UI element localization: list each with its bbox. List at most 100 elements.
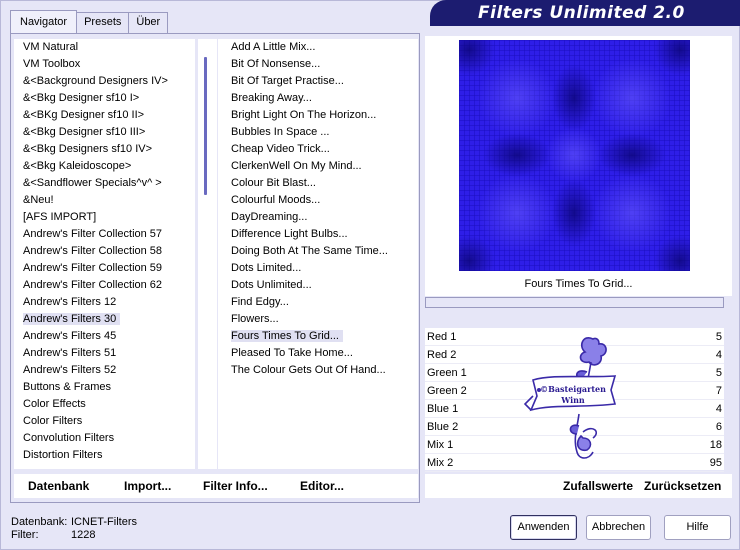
filter-item[interactable]: Bright Light On The Horizon... bbox=[218, 107, 418, 124]
category-item[interactable]: Andrew's Filters 52 bbox=[14, 362, 195, 379]
help-button[interactable]: Hilfe bbox=[664, 515, 731, 540]
parameter-value[interactable]: 7 bbox=[716, 382, 722, 399]
category-item[interactable]: &<Bkg Kaleidoscope> bbox=[14, 158, 195, 175]
filter-item[interactable]: Flowers... bbox=[218, 311, 418, 328]
category-item[interactable]: Andrew's Filters 12 bbox=[14, 294, 195, 311]
parameter-value[interactable]: 4 bbox=[716, 346, 722, 363]
category-item[interactable]: Andrew's Filter Collection 59 bbox=[14, 260, 195, 277]
filter-item[interactable]: Colourful Moods... bbox=[218, 192, 418, 209]
category-list[interactable]: VM Natural VM Toolbox &<Background Designe… bbox=[14, 39, 195, 469]
category-item[interactable]: &Neu! bbox=[14, 192, 195, 209]
filter-item[interactable]: ClerkenWell On My Mind... bbox=[218, 158, 418, 175]
category-item-label: Andrew's Filter Collection 62 bbox=[23, 279, 163, 291]
category-item-label: Andrew's Filter Collection 59 bbox=[23, 262, 163, 274]
filter-item[interactable]: Bubbles In Space ... bbox=[218, 124, 418, 141]
parameter-value[interactable]: 5 bbox=[716, 328, 722, 345]
category-item-label: Color Effects bbox=[23, 398, 86, 410]
filter-item-label: The Colour Gets Out Of Hand... bbox=[231, 364, 386, 376]
category-item[interactable]: Andrew's Filters 30 bbox=[14, 311, 195, 328]
category-item-label: Distortion Filters bbox=[23, 449, 103, 461]
category-item-label: Convolution Filters bbox=[23, 432, 115, 444]
category-item[interactable]: Color Effects bbox=[14, 396, 195, 413]
parameter-value[interactable]: 18 bbox=[710, 436, 722, 453]
filter-item[interactable]: Dots Unlimited... bbox=[218, 277, 418, 294]
filter-item-label: Add A Little Mix... bbox=[231, 41, 316, 53]
category-item-label: &<Background Designers IV> bbox=[23, 75, 168, 87]
filter-list[interactable]: Add A Little Mix... Bit Of Nonsense... Bit… bbox=[218, 39, 418, 469]
watermark-line1: ©Basteigarten bbox=[540, 384, 606, 394]
category-item-label: [AFS IMPORT] bbox=[23, 211, 97, 223]
watermark-logo: ©Basteigarten Winn bbox=[523, 334, 623, 470]
tab-navigator[interactable]: Navigator bbox=[10, 10, 78, 33]
filter-item[interactable]: Bit Of Nonsense... bbox=[218, 56, 418, 73]
parameter-name: Mix 2 bbox=[427, 457, 454, 469]
filter-item-label: Dots Limited... bbox=[231, 262, 302, 274]
category-item[interactable]: Andrew's Filter Collection 62 bbox=[14, 277, 195, 294]
category-item-label: &Neu! bbox=[23, 194, 54, 206]
category-item-label: Andrew's Filters 12 bbox=[23, 296, 117, 308]
parameter-value[interactable]: 4 bbox=[716, 400, 722, 417]
category-item[interactable]: Color Filters bbox=[14, 413, 195, 430]
reset-link[interactable]: Zurücksetzen bbox=[644, 479, 721, 493]
category-item[interactable]: &<Bkg Designer sf10 III> bbox=[14, 124, 195, 141]
category-item[interactable]: &<Bkg Designer sf10 I> bbox=[14, 90, 195, 107]
category-item[interactable]: Andrew's Filter Collection 57 bbox=[14, 226, 195, 243]
category-item[interactable]: Buttons & Frames bbox=[14, 379, 195, 396]
category-item[interactable]: &<Background Designers IV> bbox=[14, 73, 195, 90]
filter-item[interactable]: Find Edgy... bbox=[218, 294, 418, 311]
category-item-label: &<Bkg Designer sf10 III> bbox=[23, 126, 146, 138]
random-values-link[interactable]: Zufallswerte bbox=[563, 479, 633, 493]
parameter-name: Mix 1 bbox=[427, 439, 454, 451]
filter-item-label: Doing Both At The Same Time... bbox=[231, 245, 388, 257]
category-item-label: &<Bkg Designer sf10 I> bbox=[23, 92, 140, 104]
tab-about[interactable]: Über bbox=[128, 12, 169, 33]
filter-item[interactable]: Fours Times To Grid... bbox=[218, 328, 418, 345]
filter-item[interactable]: Difference Light Bulbs... bbox=[218, 226, 418, 243]
filter-item[interactable]: Pleased To Take Home... bbox=[218, 345, 418, 362]
category-item[interactable]: Andrew's Filters 51 bbox=[14, 345, 195, 362]
filter-item[interactable]: Breaking Away... bbox=[218, 90, 418, 107]
parameter-value[interactable]: 95 bbox=[710, 454, 722, 471]
filter-item-label: ClerkenWell On My Mind... bbox=[231, 160, 362, 172]
scrollbar-thumb[interactable] bbox=[204, 57, 207, 195]
filter-item-label: Bubbles In Space ... bbox=[231, 126, 330, 138]
category-item[interactable]: Convolution Filters bbox=[14, 430, 195, 447]
category-item[interactable]: [AFS IMPORT] bbox=[14, 209, 195, 226]
watermark-line2: Winn bbox=[560, 395, 585, 405]
category-item[interactable]: &<Bkg Designers sf10 IV> bbox=[14, 141, 195, 158]
filter-item-label: Bit Of Target Practise... bbox=[231, 75, 344, 87]
parameter-value[interactable]: 5 bbox=[716, 364, 722, 381]
parameter-name: Blue 1 bbox=[427, 403, 459, 415]
filter-item[interactable]: DayDreaming... bbox=[218, 209, 418, 226]
category-item[interactable]: VM Toolbox bbox=[14, 56, 195, 73]
category-scrollbar[interactable] bbox=[197, 39, 217, 469]
category-item[interactable]: Andrew's Filter Collection 58 bbox=[14, 243, 195, 260]
category-item-label: Andrew's Filters 51 bbox=[23, 347, 117, 359]
filter-item-label: Difference Light Bulbs... bbox=[231, 228, 348, 240]
editor-link[interactable]: Editor... bbox=[300, 479, 344, 493]
import-link[interactable]: Import... bbox=[124, 479, 171, 493]
category-item[interactable]: &<Sandflower Specials^v^ > bbox=[14, 175, 195, 192]
category-item[interactable]: Distortion Filters bbox=[14, 447, 195, 464]
filter-item[interactable]: Cheap Video Trick... bbox=[218, 141, 418, 158]
filter-item[interactable]: Bit Of Target Practise... bbox=[218, 73, 418, 90]
parameter-name: Blue 2 bbox=[427, 421, 459, 433]
category-item[interactable]: VM Natural bbox=[14, 39, 195, 56]
filter-item[interactable]: Doing Both At The Same Time... bbox=[218, 243, 418, 260]
apply-button[interactable]: Anwenden bbox=[510, 515, 577, 540]
filter-item[interactable]: Add A Little Mix... bbox=[218, 39, 418, 56]
category-item-label: Andrew's Filters 30 bbox=[23, 313, 121, 325]
tab-presets[interactable]: Presets bbox=[76, 12, 130, 33]
tab-bar: Navigator Presets Über bbox=[10, 10, 169, 34]
filter-count-value: 1228 bbox=[71, 529, 96, 541]
filter-item[interactable]: The Colour Gets Out Of Hand... bbox=[218, 362, 418, 379]
filter-item-label: Cheap Video Trick... bbox=[231, 143, 330, 155]
filter-info-link[interactable]: Filter Info... bbox=[203, 479, 268, 493]
parameter-value[interactable]: 6 bbox=[716, 418, 722, 435]
category-item[interactable]: Andrew's Filters 45 bbox=[14, 328, 195, 345]
database-link[interactable]: Datenbank bbox=[28, 479, 89, 493]
filter-item[interactable]: Colour Bit Blast... bbox=[218, 175, 418, 192]
filter-item[interactable]: Dots Limited... bbox=[218, 260, 418, 277]
category-item[interactable]: &<BKg Designer sf10 II> bbox=[14, 107, 195, 124]
cancel-button[interactable]: Abbrechen bbox=[586, 515, 651, 540]
